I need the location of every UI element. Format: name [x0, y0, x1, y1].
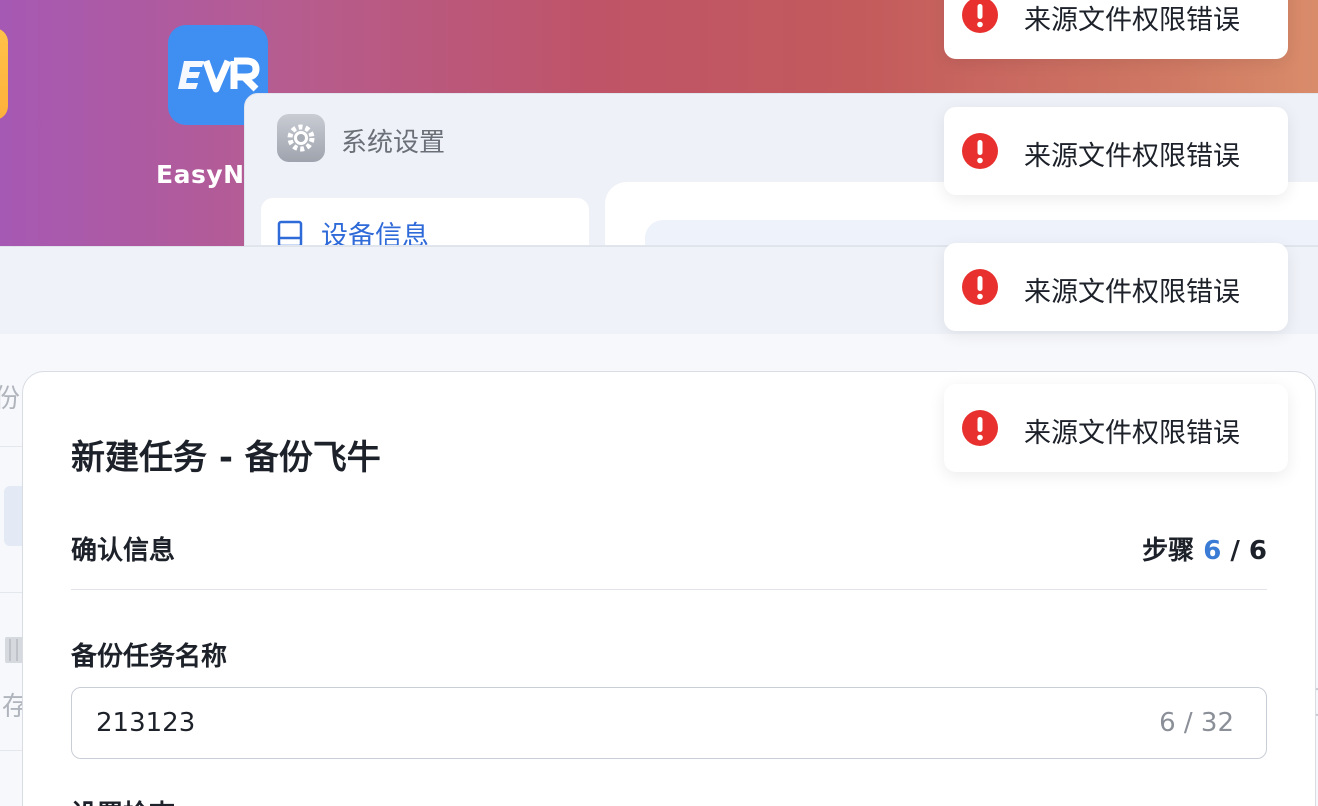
error-icon — [962, 133, 998, 169]
step-current: 6 — [1203, 536, 1222, 566]
desktop-app-label[interactable]: EasyN — [156, 160, 245, 189]
step-separator: / — [1221, 536, 1249, 566]
desktop-app-icon-partial[interactable] — [0, 28, 8, 120]
sidebar-item-label: 设备信息 — [321, 221, 429, 246]
step-total: 6 — [1248, 536, 1267, 566]
dialog-title: 新建任务 - 备份飞牛 — [71, 438, 381, 478]
toast-message: 来源文件权限错误 — [1024, 277, 1240, 308]
section-title: 确认信息 — [71, 536, 176, 566]
error-icon — [962, 269, 998, 305]
error-toast[interactable]: 来源文件权限错误 — [944, 384, 1288, 472]
gear-icon — [277, 114, 325, 162]
error-icon — [962, 410, 998, 446]
device-icon — [277, 220, 303, 245]
task-name-label: 备份任务名称 — [71, 642, 228, 672]
task-name-field[interactable]: 6 / 32 — [71, 687, 1267, 759]
settings-window-title: 系统设置 — [341, 128, 446, 158]
step-indicator: 步骤 6 / 6 — [1142, 530, 1267, 567]
error-toast[interactable]: 来源文件权限错误 — [944, 0, 1288, 59]
task-name-input[interactable] — [96, 688, 1136, 757]
toast-message: 来源文件权限错误 — [1024, 141, 1240, 172]
sidebar-item-device-info[interactable]: 设备信息 — [277, 214, 429, 246]
storage-icon — [5, 637, 23, 663]
error-toast[interactable]: 来源文件权限错误 — [944, 243, 1288, 331]
background-text: 份 — [0, 384, 21, 414]
evr-logo-glyph — [178, 57, 260, 93]
toast-message: 来源文件权限错误 — [1024, 5, 1240, 36]
settings-check-label: 设置检查 — [71, 794, 175, 806]
error-icon — [962, 0, 998, 33]
char-counter: 6 / 32 — [1159, 708, 1234, 738]
error-toast[interactable]: 来源文件权限错误 — [944, 107, 1288, 195]
toast-message: 来源文件权限错误 — [1024, 418, 1240, 449]
section-divider — [71, 589, 1267, 590]
step-prefix: 步骤 — [1142, 536, 1204, 566]
